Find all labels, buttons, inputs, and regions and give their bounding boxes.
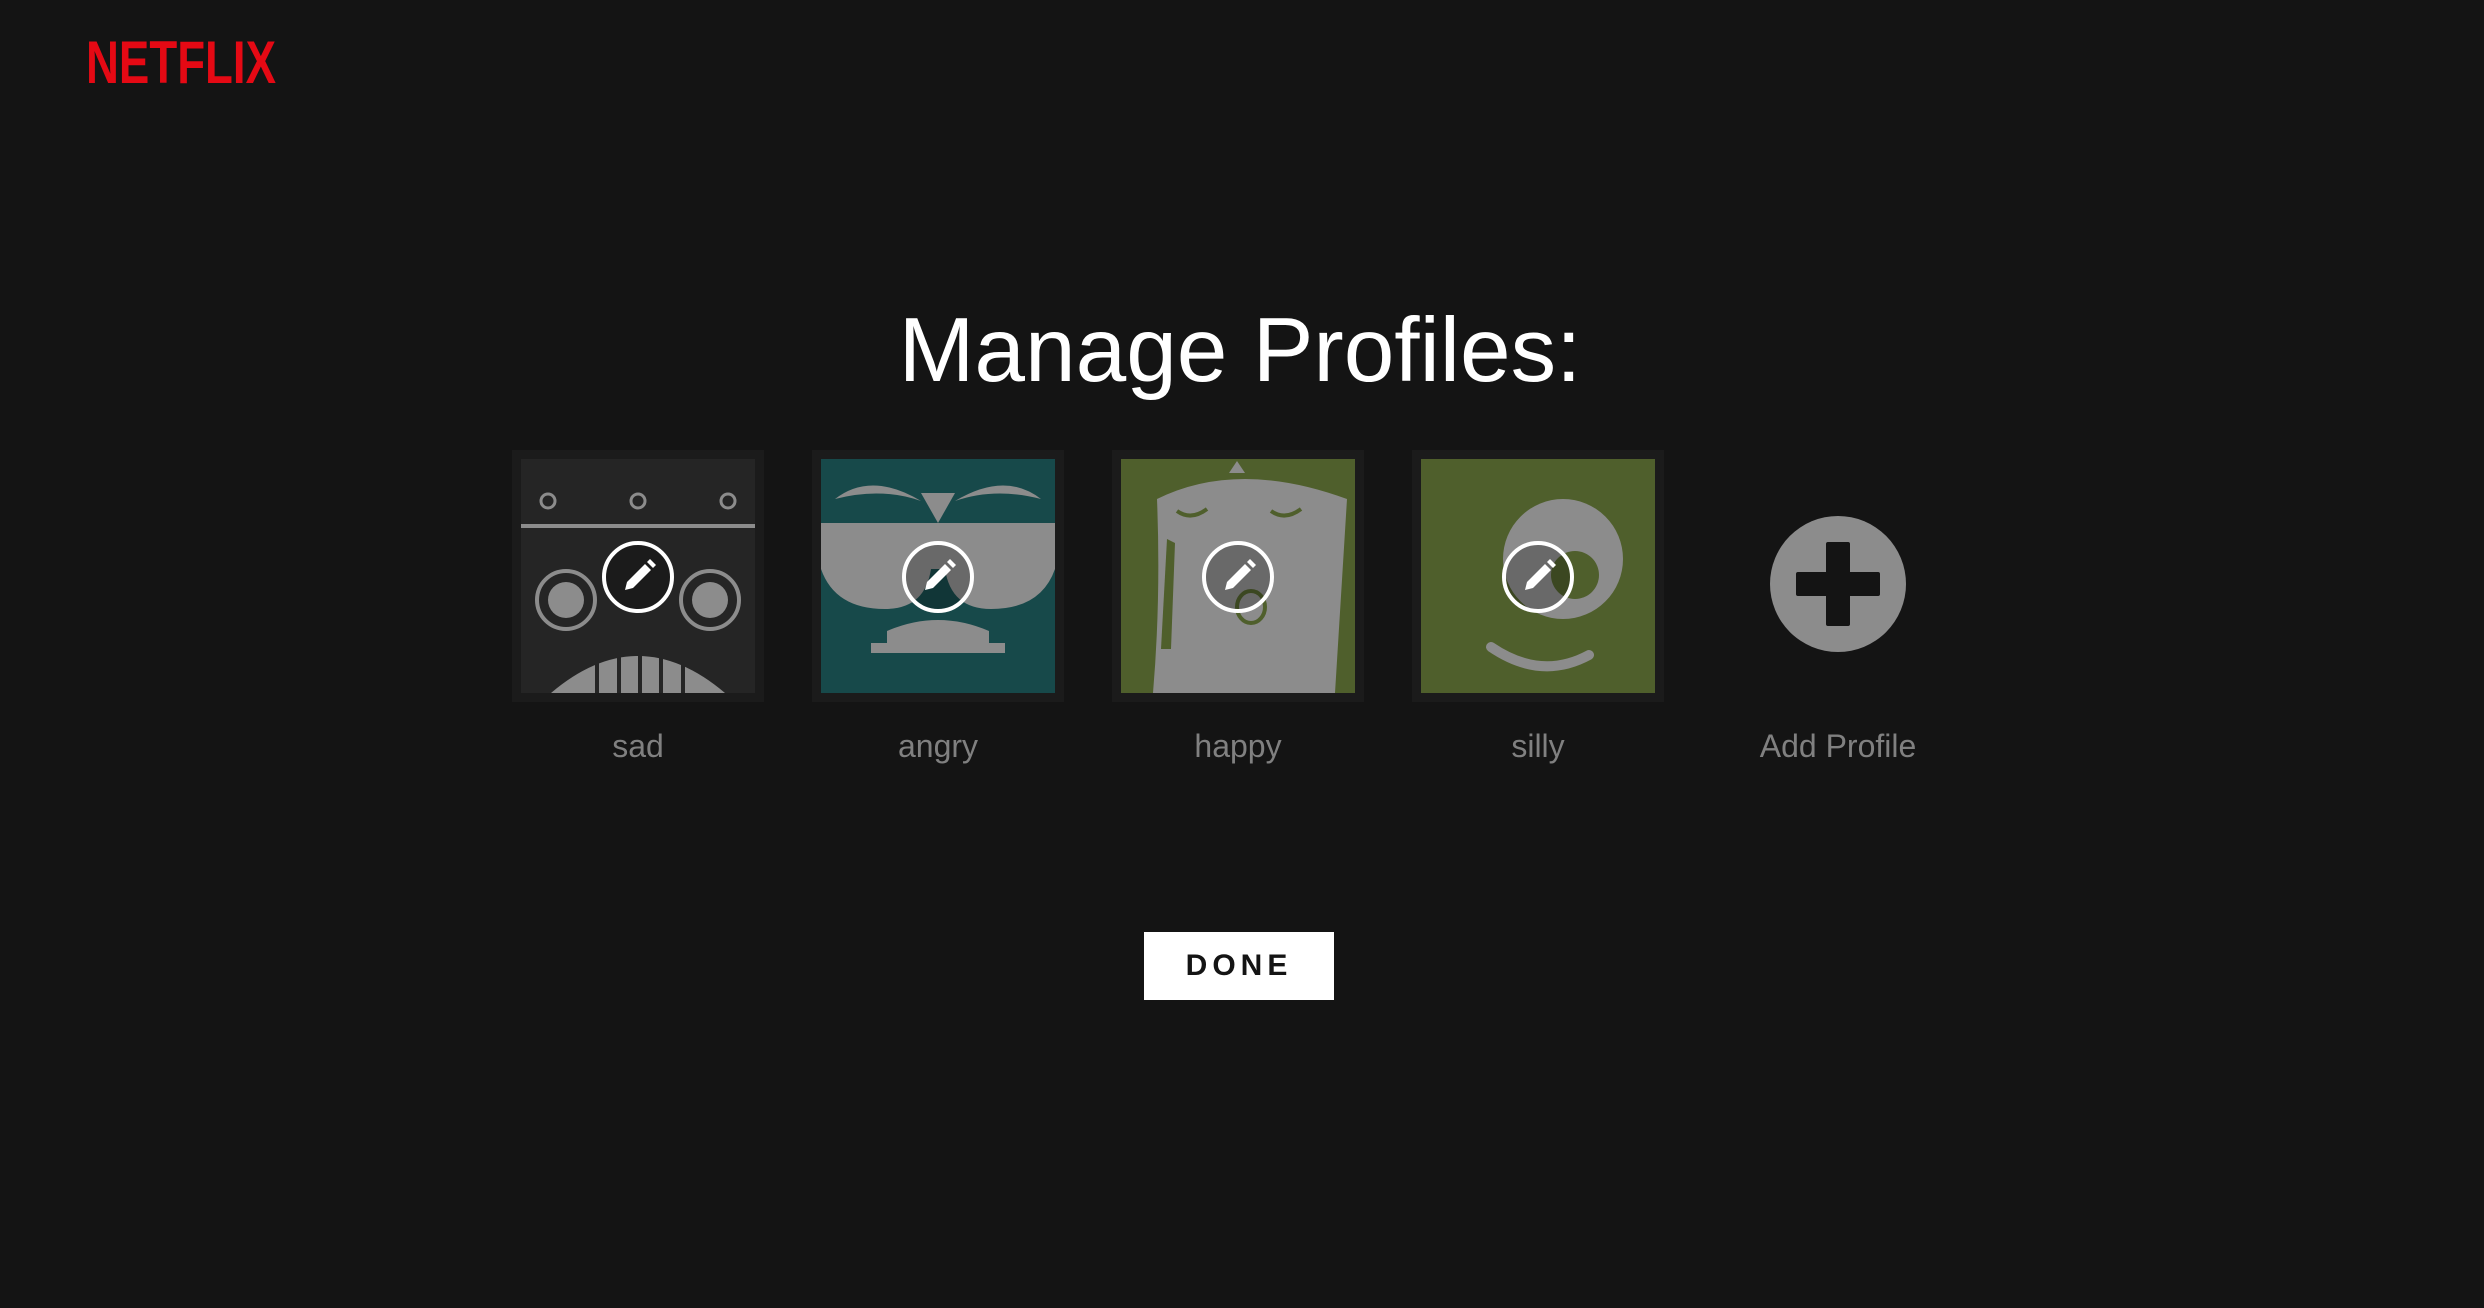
- add-profile-label: Add Profile: [1759, 728, 1917, 764]
- profile-angry[interactable]: angry: [812, 450, 1064, 764]
- pencil-icon[interactable]: [1201, 540, 1275, 614]
- done-button[interactable]: DONE: [1144, 932, 1334, 1000]
- manage-profiles-page: NETFLIX Manage Profiles: sad angry happy…: [0, 0, 2484, 1308]
- pencil-icon[interactable]: [601, 540, 675, 614]
- pencil-icon[interactable]: [901, 540, 975, 614]
- netflix-logo-text: NETFLIX: [86, 30, 276, 92]
- page-title: Manage Profiles:: [898, 300, 1582, 401]
- profile-avatar[interactable]: [512, 450, 764, 702]
- netflix-logo[interactable]: NETFLIX: [86, 30, 278, 92]
- profile-avatar[interactable]: [812, 450, 1064, 702]
- plus-circle-icon[interactable]: [1768, 514, 1908, 654]
- profile-name: angry: [897, 728, 979, 764]
- pencil-icon[interactable]: [1501, 540, 1575, 614]
- profile-avatar[interactable]: [1412, 450, 1664, 702]
- profile-sad[interactable]: sad: [512, 450, 764, 764]
- profile-happy[interactable]: happy: [1112, 450, 1364, 764]
- profile-name: sad: [612, 728, 664, 764]
- profile-name: happy: [1194, 728, 1282, 764]
- profile-avatar[interactable]: [1112, 450, 1364, 702]
- profile-silly[interactable]: silly: [1412, 450, 1664, 764]
- profile-name: silly: [1511, 728, 1565, 764]
